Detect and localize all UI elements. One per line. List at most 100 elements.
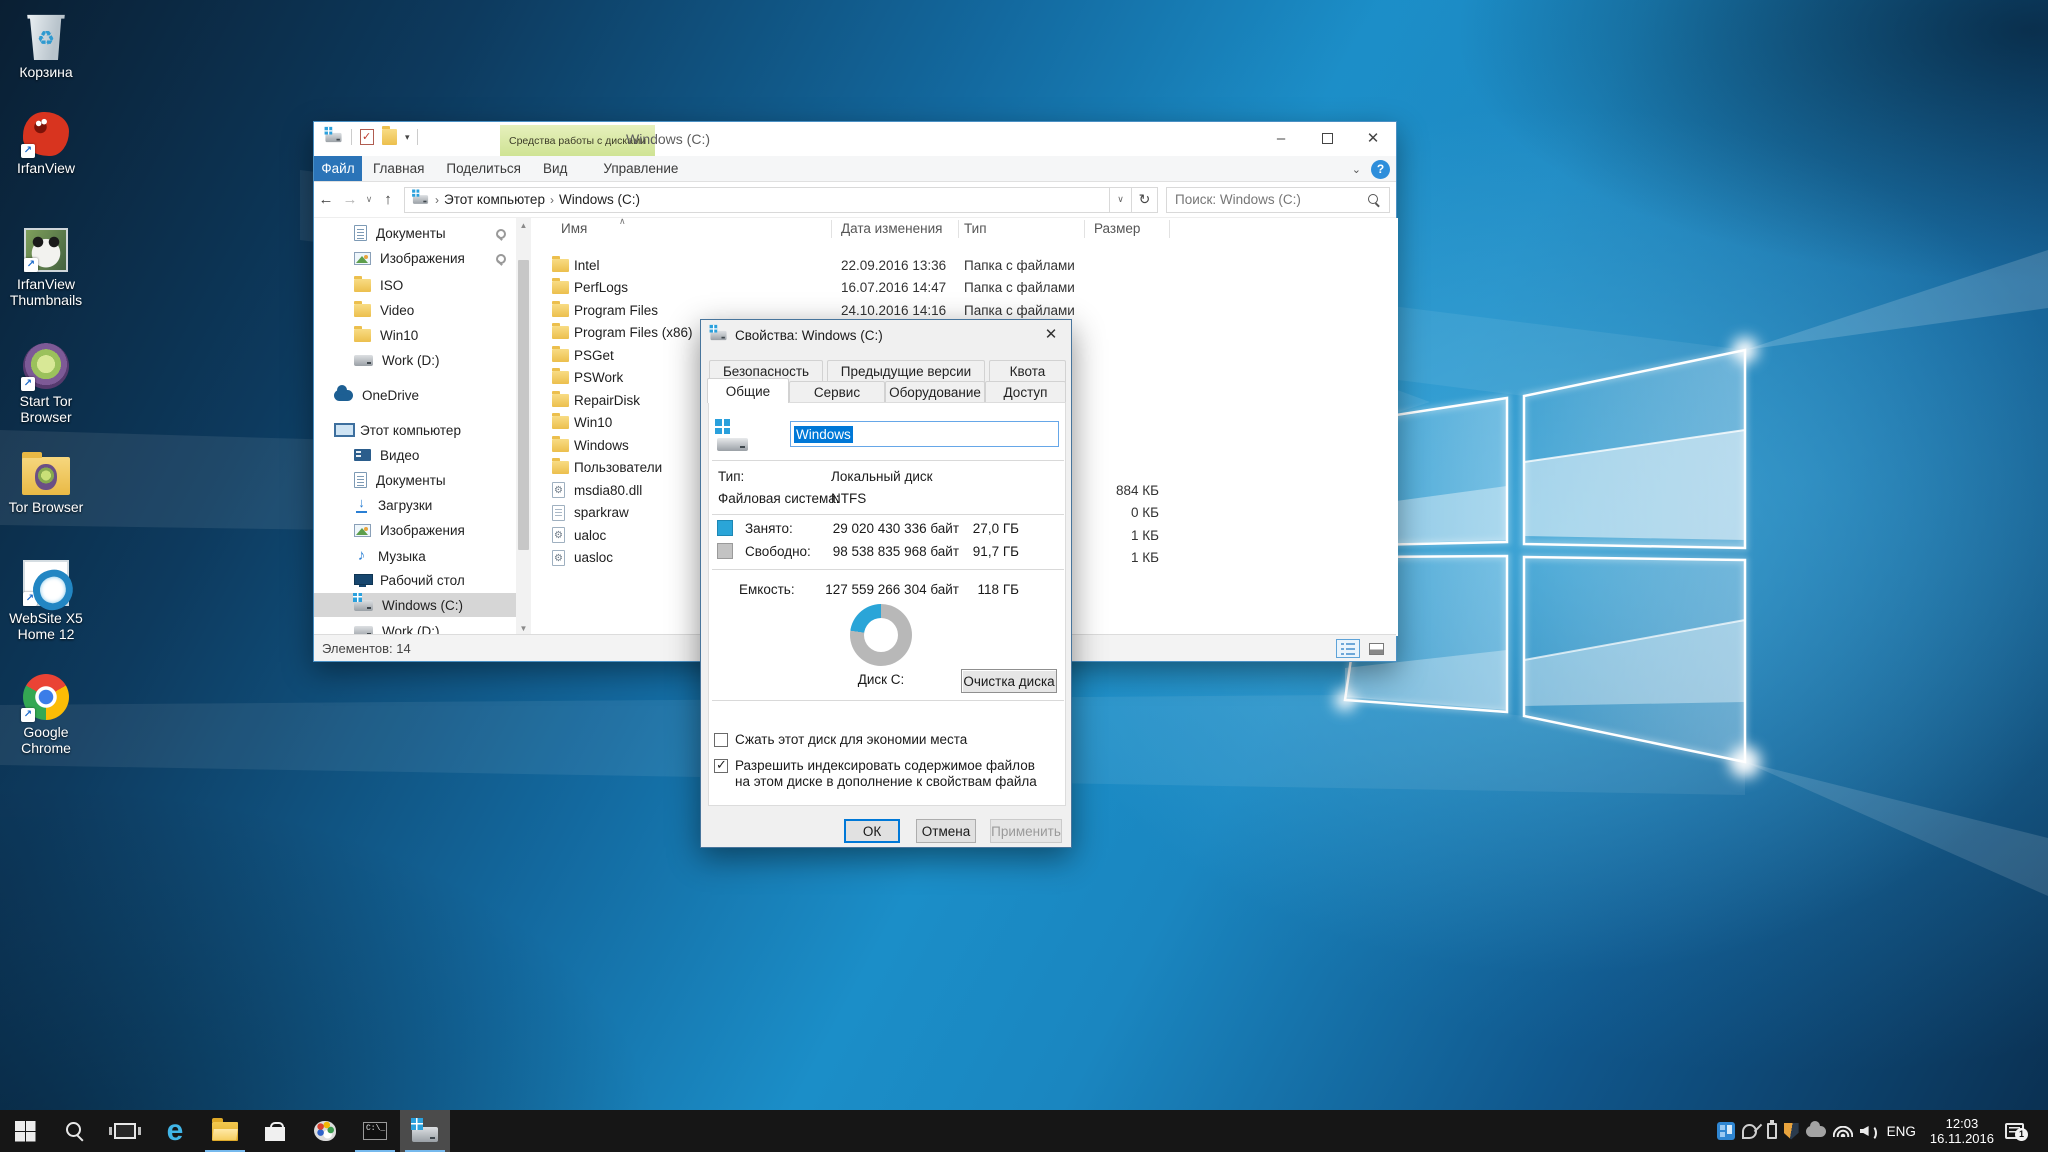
menu-item-вид[interactable]: Вид [532,156,578,181]
action-center-icon[interactable]: 1 [2005,1123,2024,1139]
column-header-date[interactable]: Дата изменения [841,221,942,236]
back-button[interactable]: ← [314,191,338,208]
blue-app-tray-icon[interactable] [1717,1122,1735,1140]
items-count: Элементов: 14 [322,641,411,656]
sidebar-item-onedrive[interactable]: OneDrive [314,383,516,407]
desktop-icon-irfanview[interactable]: ↗IrfanView [0,112,92,176]
volume-tray-icon[interactable] [1860,1124,1877,1138]
taskbar-button-search[interactable] [50,1110,100,1152]
column-header-type[interactable]: Тип [964,221,987,236]
sidebar-item-изображения[interactable]: Изображения [314,518,516,542]
sidebar-item-work-d-[interactable]: Work (D:) [314,348,516,372]
desktop-icon-chrome[interactable]: ↗Google Chrome [0,674,92,756]
menu-item-управление[interactable]: Управление [592,156,689,181]
compress-checkbox[interactable] [714,733,728,747]
breadcrumb-item[interactable]: Windows (C:) [559,192,640,207]
apply-button[interactable]: Применить [990,819,1062,843]
tab-квота[interactable]: Квота [989,360,1066,382]
thumbnails-view-button[interactable] [1364,639,1388,658]
desktop-icon-tor-folder[interactable]: Tor Browser [0,452,92,515]
scroll-up-icon[interactable]: ▲ [516,218,531,233]
column-separator[interactable] [831,220,832,238]
tab-предыдущие версии[interactable]: Предыдущие версии [827,360,985,382]
column-separator[interactable] [1169,220,1170,238]
volume-label-input[interactable]: Windows [790,421,1059,447]
details-view-button[interactable] [1336,639,1360,658]
breadcrumb[interactable]: › Этот компьютер › Windows (C:) [404,187,1110,213]
tab-оборудование[interactable]: Оборудование [885,381,985,403]
tab-доступ[interactable]: Доступ [985,381,1066,403]
capacity-label: Емкость: [739,582,795,597]
expand-ribbon-icon[interactable]: ⌄ [1352,163,1361,176]
language-indicator[interactable]: ENG [1884,1124,1919,1139]
menu-item-поделиться[interactable]: Поделиться [435,156,532,181]
up-button[interactable]: ↑ [376,191,400,208]
pict-icon [354,524,371,537]
sidebar-item-iso[interactable]: ISO [314,273,516,297]
dialog-close-icon[interactable]: ✕ [1031,320,1071,348]
minimize-button[interactable]: – [1258,122,1304,154]
column-separator[interactable] [1084,220,1085,238]
search-input[interactable]: Поиск: Windows (C:) [1166,187,1390,213]
customize-toolbar-icon[interactable]: ▾ [405,132,409,143]
sidebar-item-загрузки[interactable]: Загрузки [314,493,516,517]
folder-icon [552,439,569,452]
forward-button[interactable]: → [338,191,362,208]
disk-cleanup-button[interactable]: Очистка диска [961,669,1057,693]
scrollbar-thumb[interactable] [518,260,529,550]
properties-icon[interactable] [360,129,374,145]
desktop-icon-recycle-bin[interactable]: Корзина [0,14,92,80]
table-row[interactable]: Program Files24.10.2016 14:16Папка с фай… [531,299,1398,321]
taskbar-button-file-explorer[interactable] [200,1110,250,1152]
taskbar-button-paint[interactable] [300,1110,350,1152]
maximize-button[interactable] [1304,122,1350,154]
satellite-tray-icon[interactable] [1742,1123,1760,1139]
column-header-name[interactable]: Имя [561,221,587,236]
tab-общие[interactable]: Общие [707,378,789,403]
file-name: RepairDisk [574,393,640,408]
menu-item-file[interactable]: Файл [314,156,362,181]
sidebar-item-win10[interactable]: Win10 [314,323,516,347]
sidebar-item-video[interactable]: Video [314,298,516,322]
nav-scrollbar[interactable]: ▲ ▼ [516,218,531,636]
sidebar-item-документы[interactable]: Документы [314,468,516,492]
history-dropdown-icon[interactable]: ∨ [362,194,376,205]
taskbar-button-cmd[interactable] [350,1110,400,1152]
sidebar-item-документы[interactable]: Документы [314,221,516,245]
taskbar-button-task-view[interactable] [100,1110,150,1152]
ok-button[interactable]: ОК [844,819,900,843]
file-name: Пользователи [574,460,662,475]
column-header-size[interactable]: Размер [1094,221,1140,236]
cancel-button[interactable]: Отмена [916,819,976,843]
shield-tray-icon[interactable] [1784,1123,1799,1140]
cloud-tray-icon[interactable] [1806,1126,1826,1137]
close-button[interactable]: ✕ [1350,122,1396,154]
desktop-icon-website-x5[interactable]: ↗WebSite X5 Home 12 [0,560,92,642]
sidebar-item-видео[interactable]: Видео [314,443,516,467]
sidebar-item-музыка[interactable]: Музыка [314,544,516,568]
taskbar-button-disk-properties[interactable] [400,1110,450,1152]
new-folder-icon[interactable] [382,129,397,145]
usb-tray-icon[interactable] [1767,1123,1777,1139]
address-dropdown-icon[interactable]: ∨ [1110,187,1132,213]
menu-item-главная[interactable]: Главная [362,156,435,181]
index-checkbox[interactable] [714,759,728,773]
breadcrumb-item[interactable]: Этот компьютер [444,192,545,207]
table-row[interactable]: PerfLogs16.07.2016 14:47Папка с файлами [531,277,1398,299]
clock[interactable]: 12:03 16.11.2016 [1926,1116,1998,1146]
sidebar-item-этот-компьютер[interactable]: Этот компьютер [314,418,516,442]
sidebar-item-рабочий-стол[interactable]: Рабочий стол [314,568,516,592]
wifi-tray-icon[interactable] [1833,1126,1853,1137]
desktop-icon-tor-start[interactable]: ↗Start Tor Browser [0,343,92,425]
sidebar-item-изображения[interactable]: Изображения [314,246,516,270]
tab-сервис[interactable]: Сервис [789,381,885,403]
taskbar-button-store[interactable] [250,1110,300,1152]
column-separator[interactable] [958,220,959,238]
taskbar-button-edge[interactable]: e [150,1110,200,1152]
desktop-icon-irfanview-thumbnails[interactable]: ↗IrfanView Thumbnails [0,228,92,308]
sidebar-item-windows-c-[interactable]: Windows (C:) [314,593,516,617]
help-icon[interactable]: ? [1371,160,1390,179]
taskbar-button-start[interactable] [0,1110,50,1152]
refresh-icon[interactable]: ↻ [1132,187,1158,213]
table-row[interactable]: Intel22.09.2016 13:36Папка с файлами [531,254,1398,276]
